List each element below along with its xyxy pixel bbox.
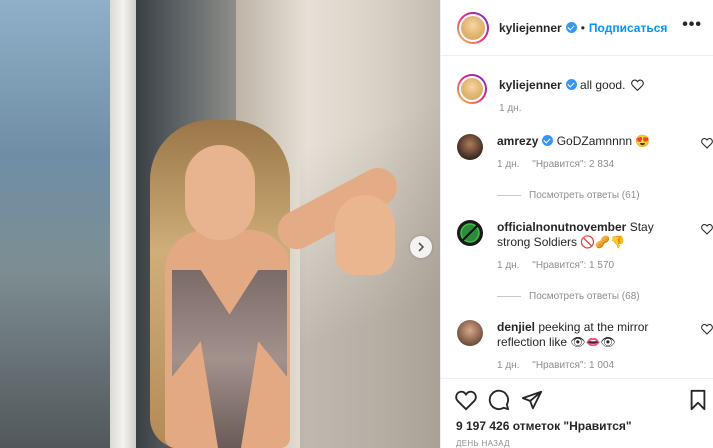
comment-age: 1 дн. — [497, 159, 520, 170]
comment-item: officialnonutnovember Stay strong Soldie… — [457, 220, 713, 273]
comment-item: amrezy GoDZamnnnn 😍 1 дн. "Нравится": 2 … — [457, 134, 713, 172]
chevron-right-icon — [418, 242, 425, 252]
commenter-avatar[interactable] — [457, 320, 483, 346]
view-replies-label: Посмотреть ответы (61) — [529, 190, 640, 201]
more-options-button[interactable]: ••• — [682, 17, 702, 33]
photo-face — [185, 145, 255, 240]
like-comment-heart-icon[interactable] — [701, 137, 713, 149]
verified-icon — [542, 135, 554, 146]
share-icon[interactable] — [521, 389, 543, 411]
heart-outline-icon — [630, 79, 644, 92]
caption-text: all good. — [580, 78, 626, 92]
verified-icon — [565, 22, 577, 33]
comment-item: denjiel peeking at the mirror reflection… — [457, 320, 713, 373]
separator-dot: • — [580, 20, 585, 35]
comment-likes[interactable]: "Нравится": 1 570 — [532, 260, 614, 271]
likes-count[interactable]: 9 197 426 отметок "Нравится" — [456, 419, 632, 433]
bookmark-icon[interactable] — [687, 389, 709, 411]
no-symbol-icon — [460, 223, 480, 243]
caption: kyliejenner all good. 1 дн. — [457, 74, 707, 116]
view-replies-button[interactable]: Посмотреть ответы (68) — [497, 291, 640, 302]
caption-meta: 1 дн. — [499, 101, 679, 116]
author-username[interactable]: kyliejenner — [499, 21, 562, 35]
like-comment-heart-icon[interactable] — [701, 323, 713, 335]
comment-meta: 1 дн. "Нравится": 1 570 — [497, 258, 677, 273]
author-avatar[interactable] — [457, 11, 489, 44]
heart-icon[interactable] — [455, 389, 477, 411]
verified-icon — [565, 79, 577, 90]
comment-text: GoDZamnnnn 😍 — [556, 134, 651, 148]
comment-meta: 1 дн. "Нравится": 1 004 — [497, 358, 677, 373]
comment-author[interactable]: denjiel — [497, 320, 535, 334]
comment-icon[interactable] — [488, 389, 510, 411]
photo-window-frame — [110, 0, 136, 448]
post-time: День назад — [456, 439, 510, 448]
comment-age: 1 дн. — [497, 260, 520, 271]
post-header: kyliejenner • Подписаться ••• — [441, 0, 713, 56]
photo-hand — [335, 195, 395, 275]
comment-likes[interactable]: "Нравится": 1 004 — [532, 360, 614, 371]
post-panel: kyliejenner • Подписаться ••• kyliejenne… — [440, 0, 713, 448]
follow-button[interactable]: Подписаться — [589, 21, 667, 35]
comment-age: 1 дн. — [497, 360, 520, 371]
like-comment-heart-icon[interactable] — [701, 223, 713, 235]
caption-avatar[interactable] — [457, 74, 487, 104]
comment-author[interactable]: amrezy — [497, 134, 538, 148]
comment-meta: 1 дн. "Нравится": 2 834 — [497, 157, 677, 172]
caption-age: 1 дн. — [499, 103, 522, 114]
view-replies-button[interactable]: Посмотреть ответы (61) — [497, 190, 640, 201]
comment-author[interactable]: officialnonutnovember — [497, 220, 626, 234]
view-replies-label: Посмотреть ответы (68) — [529, 291, 640, 302]
post-actions: 9 197 426 отметок "Нравится" День назад — [441, 378, 713, 448]
commenter-avatar[interactable] — [457, 134, 483, 160]
next-photo-button[interactable] — [410, 236, 432, 258]
caption-author[interactable]: kyliejenner — [499, 78, 562, 92]
comments-list: kyliejenner all good. 1 дн. amrezy GoDZa… — [441, 56, 713, 378]
commenter-avatar[interactable] — [457, 220, 483, 246]
post-photo[interactable] — [0, 0, 440, 448]
comment-likes[interactable]: "Нравится": 2 834 — [532, 159, 614, 170]
